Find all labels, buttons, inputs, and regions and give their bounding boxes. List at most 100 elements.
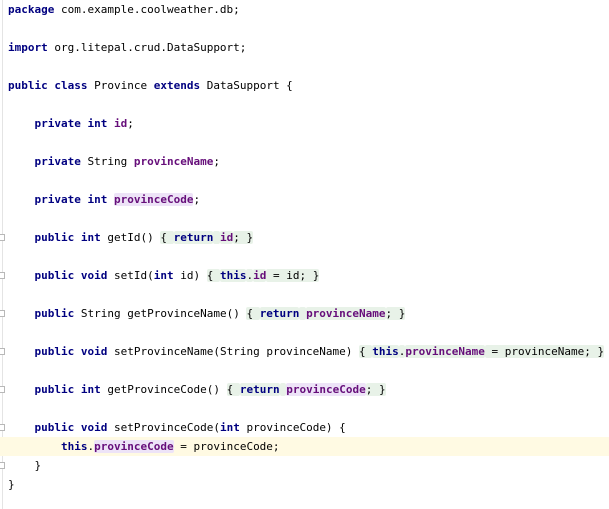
code-token: void bbox=[80, 345, 108, 358]
code-token: getProvinceCode() bbox=[100, 383, 227, 396]
code-token: provinceCode bbox=[113, 193, 194, 206]
code-token: int bbox=[153, 269, 174, 282]
code-line-text: public String getProvinceName() { return… bbox=[8, 304, 406, 323]
fold-marker-icon[interactable] bbox=[0, 386, 5, 393]
fold-marker-icon[interactable] bbox=[0, 272, 5, 279]
code-token: void bbox=[80, 269, 108, 282]
code-line-text: } bbox=[8, 475, 15, 494]
code-line[interactable] bbox=[0, 323, 609, 342]
code-line[interactable]: import org.litepal.crud.DataSupport; bbox=[0, 38, 609, 57]
code-line[interactable] bbox=[0, 247, 609, 266]
code-line-text: public class Province extends DataSuppor… bbox=[8, 76, 293, 95]
code-token: provinceCode) { bbox=[239, 421, 346, 434]
code-token: { bbox=[359, 345, 373, 358]
code-token: public bbox=[34, 231, 75, 244]
code-line-text: public int getProvinceCode() { return pr… bbox=[8, 380, 386, 399]
fold-marker-icon[interactable] bbox=[0, 462, 5, 469]
code-token: public bbox=[34, 421, 75, 434]
code-line[interactable]: private int provinceCode; bbox=[0, 190, 609, 209]
code-token: String getProvinceName() bbox=[74, 307, 247, 320]
code-line-text: public void setProvinceCode(int province… bbox=[8, 418, 346, 437]
code-editor[interactable]: package com.example.coolweather.db; impor… bbox=[0, 0, 609, 509]
code-line[interactable]: public void setProvinceCode(int province… bbox=[0, 418, 609, 437]
code-line[interactable]: public int getId() { return id; } bbox=[0, 228, 609, 247]
code-token: { bbox=[246, 307, 260, 320]
code-line[interactable]: public String getProvinceName() { return… bbox=[0, 304, 609, 323]
code-token: this bbox=[60, 440, 88, 453]
code-token: class bbox=[54, 79, 88, 92]
code-line[interactable]: public class Province extends DataSuppor… bbox=[0, 76, 609, 95]
code-line[interactable] bbox=[0, 57, 609, 76]
code-token: provinceCode bbox=[286, 383, 366, 396]
code-token: { bbox=[226, 383, 240, 396]
code-token: import bbox=[8, 41, 48, 54]
code-token: id bbox=[219, 231, 234, 244]
code-line[interactable]: public int getProvinceCode() { return pr… bbox=[0, 380, 609, 399]
code-token: org.litepal.crud.DataSupport; bbox=[47, 41, 247, 54]
code-line[interactable] bbox=[0, 171, 609, 190]
code-token: ; bbox=[193, 193, 201, 206]
code-line[interactable]: private int id; bbox=[0, 114, 609, 133]
code-token: void bbox=[80, 421, 108, 434]
code-line-text: private int provinceCode; bbox=[8, 190, 200, 209]
code-token: public bbox=[8, 79, 48, 92]
fold-marker-icon[interactable] bbox=[0, 234, 5, 241]
code-line[interactable] bbox=[0, 133, 609, 152]
code-token: public bbox=[34, 345, 75, 358]
code-token: private bbox=[34, 193, 81, 206]
code-line[interactable]: } bbox=[0, 475, 609, 494]
code-token: ; } bbox=[365, 383, 386, 396]
code-line[interactable]: private String provinceName; bbox=[0, 152, 609, 171]
code-token: int bbox=[80, 231, 101, 244]
fold-marker-icon[interactable] bbox=[0, 310, 5, 317]
code-token bbox=[213, 231, 220, 244]
code-line[interactable]: public void setProvinceName(String provi… bbox=[0, 342, 609, 361]
code-token: ; bbox=[213, 155, 220, 168]
code-line-text: package com.example.coolweather.db; bbox=[8, 0, 240, 19]
code-token: provinceName bbox=[405, 345, 485, 358]
code-line[interactable]: package com.example.coolweather.db; bbox=[0, 0, 609, 19]
fold-marker-icon[interactable] bbox=[0, 424, 5, 431]
code-token: DataSupport { bbox=[200, 79, 293, 92]
code-token: com.example.coolweather.db; bbox=[54, 3, 240, 16]
code-line-text: public void setId(int id) { this.id = id… bbox=[8, 266, 320, 285]
code-token: return bbox=[259, 307, 300, 320]
code-token: id) bbox=[173, 269, 207, 282]
code-token: private bbox=[34, 117, 81, 130]
code-token: int bbox=[87, 117, 108, 130]
code-line[interactable] bbox=[0, 361, 609, 380]
code-token: int bbox=[219, 421, 240, 434]
code-token: id bbox=[113, 117, 128, 130]
current-code-line[interactable]: this.provinceCode = provinceCode; bbox=[0, 437, 609, 456]
code-line[interactable] bbox=[0, 95, 609, 114]
code-token: ; } bbox=[233, 231, 254, 244]
code-token: = provinceCode; bbox=[173, 440, 280, 453]
code-line[interactable]: public void setId(int id) { this.id = id… bbox=[0, 266, 609, 285]
code-line[interactable] bbox=[0, 285, 609, 304]
code-token: extends bbox=[153, 79, 201, 92]
code-token: return bbox=[239, 383, 280, 396]
code-line[interactable] bbox=[0, 19, 609, 38]
code-line-text: public int getId() { return id; } bbox=[8, 228, 254, 247]
code-line[interactable] bbox=[0, 209, 609, 228]
fold-marker-icon[interactable] bbox=[0, 348, 5, 355]
code-line-text: private int id; bbox=[8, 114, 134, 133]
code-token: this bbox=[219, 269, 247, 282]
code-line[interactable]: } bbox=[0, 456, 609, 475]
code-token: ; } bbox=[385, 307, 406, 320]
code-token: setProvinceName(String provinceName) bbox=[107, 345, 360, 358]
code-line-text: } bbox=[8, 456, 41, 475]
code-line[interactable] bbox=[0, 399, 609, 418]
